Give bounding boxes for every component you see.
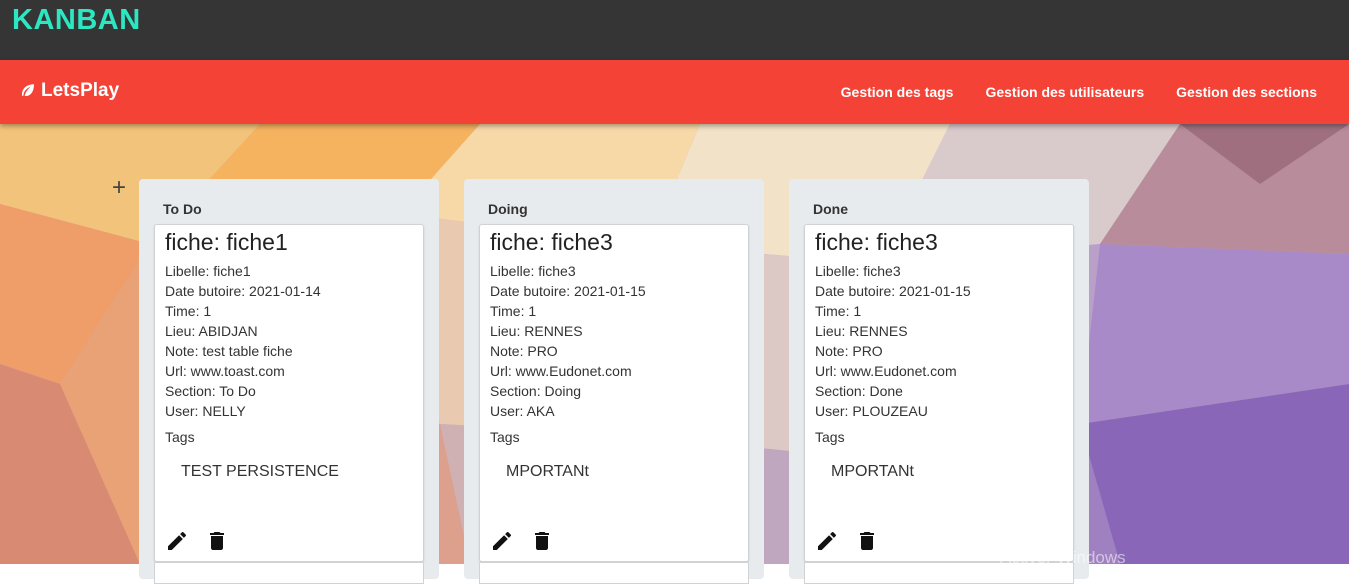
trash-icon xyxy=(210,532,224,550)
nav-links: Gestion des tags Gestion des utilisateur… xyxy=(825,60,1333,124)
card-field-note: Note: PRO xyxy=(490,343,558,359)
card-field-time: Time: 1 xyxy=(815,303,862,319)
windows-activation-watermark: Activer Windows xyxy=(1000,548,1126,567)
tag-chip: MPORTANt xyxy=(831,463,914,480)
card-field-libelle: Libelle: fiche3 xyxy=(815,263,901,279)
card-field-url: Url: www.Eudonet.com xyxy=(490,363,632,379)
card-field-lieu: Lieu: RENNES xyxy=(815,323,908,339)
card-field-note: Note: PRO xyxy=(815,343,883,359)
leaf-icon xyxy=(21,84,34,97)
app-title: KANBAN xyxy=(12,4,141,36)
card-actions xyxy=(815,529,895,553)
card[interactable]: fiche: fiche1 Libelle: fiche1 Date butoi… xyxy=(154,224,424,562)
add-section-button[interactable]: + xyxy=(108,176,130,200)
card[interactable]: fiche: fiche3 Libelle: fiche3 Date butoi… xyxy=(804,224,1074,562)
card-field-user: User: NELLY xyxy=(165,403,246,419)
tags-label: Tags xyxy=(490,429,520,445)
delete-button[interactable] xyxy=(530,529,554,553)
card-field-url: Url: www.toast.com xyxy=(165,363,285,379)
pencil-icon xyxy=(168,531,187,550)
delete-button[interactable] xyxy=(205,529,229,553)
card[interactable]: fiche: fiche3 Libelle: fiche3 Date butoi… xyxy=(479,224,749,562)
pencil-icon xyxy=(818,531,837,550)
card-field-time: Time: 1 xyxy=(165,303,212,319)
edit-button[interactable] xyxy=(815,529,839,553)
card-field-date: Date butoire: 2021-01-14 xyxy=(165,283,321,299)
card-field-user: User: PLOUZEAU xyxy=(815,403,928,419)
trash-icon xyxy=(860,532,874,550)
card-field-url: Url: www.Eudonet.com xyxy=(815,363,957,379)
card-field-libelle: Libelle: fiche1 xyxy=(165,263,251,279)
card-field-date: Date butoire: 2021-01-15 xyxy=(490,283,646,299)
column-todo: To Do fiche: fiche1 Libelle: fiche1 Date… xyxy=(139,179,439,584)
card-title: fiche: fiche3 xyxy=(815,229,938,255)
card-field-section: Section: Done xyxy=(815,383,903,399)
card-fields: Libelle: fiche3 Date butoire: 2021-01-15… xyxy=(490,261,646,421)
trash-icon xyxy=(535,532,549,550)
navbar: LetsPlay Gestion des tags Gestion des ut… xyxy=(0,60,1349,124)
card-field-libelle: Libelle: fiche3 xyxy=(490,263,576,279)
card-field-note: Note: test table fiche xyxy=(165,343,293,359)
card-fields: Libelle: fiche1 Date butoire: 2021-01-14… xyxy=(165,261,321,421)
brand-label: LetsPlay xyxy=(41,80,120,101)
edit-button[interactable] xyxy=(490,529,514,553)
card-field-section: Section: Doing xyxy=(490,383,582,399)
column-done: Done fiche: fiche3 Libelle: fiche3 Date … xyxy=(789,179,1089,584)
tag-chip: MPORTANt xyxy=(506,463,589,480)
card-actions xyxy=(165,529,245,553)
card-actions xyxy=(490,529,570,553)
tag-chip: TEST PERSISTENCE xyxy=(181,463,339,480)
nav-link-users[interactable]: Gestion des utilisateurs xyxy=(969,84,1160,100)
card-fields: Libelle: fiche3 Date butoire: 2021-01-15… xyxy=(815,261,971,421)
card-field-lieu: Lieu: ABIDJAN xyxy=(165,323,258,339)
card-field-user: User: AKA xyxy=(490,403,555,419)
card-field-date: Date butoire: 2021-01-15 xyxy=(815,283,971,299)
app-header: KANBAN xyxy=(0,0,1349,60)
card-field-section: Section: To Do xyxy=(165,383,256,399)
card-field-time: Time: 1 xyxy=(490,303,537,319)
card-title: fiche: fiche1 xyxy=(165,229,288,255)
pencil-icon xyxy=(493,531,512,550)
card-partial xyxy=(479,562,749,584)
brand-link[interactable]: LetsPlay xyxy=(19,80,119,102)
nav-link-sections[interactable]: Gestion des sections xyxy=(1160,84,1333,100)
column-title: To Do xyxy=(163,201,202,217)
column-title: Done xyxy=(813,201,848,217)
delete-button[interactable] xyxy=(855,529,879,553)
nav-link-tags[interactable]: Gestion des tags xyxy=(825,84,970,100)
card-title: fiche: fiche3 xyxy=(490,229,613,255)
card-partial xyxy=(154,562,424,584)
tags-label: Tags xyxy=(815,429,845,445)
edit-button[interactable] xyxy=(165,529,189,553)
tags-label: Tags xyxy=(165,429,195,445)
column-doing: Doing fiche: fiche3 Libelle: fiche3 Date… xyxy=(464,179,764,584)
column-title: Doing xyxy=(488,201,528,217)
card-field-lieu: Lieu: RENNES xyxy=(490,323,583,339)
